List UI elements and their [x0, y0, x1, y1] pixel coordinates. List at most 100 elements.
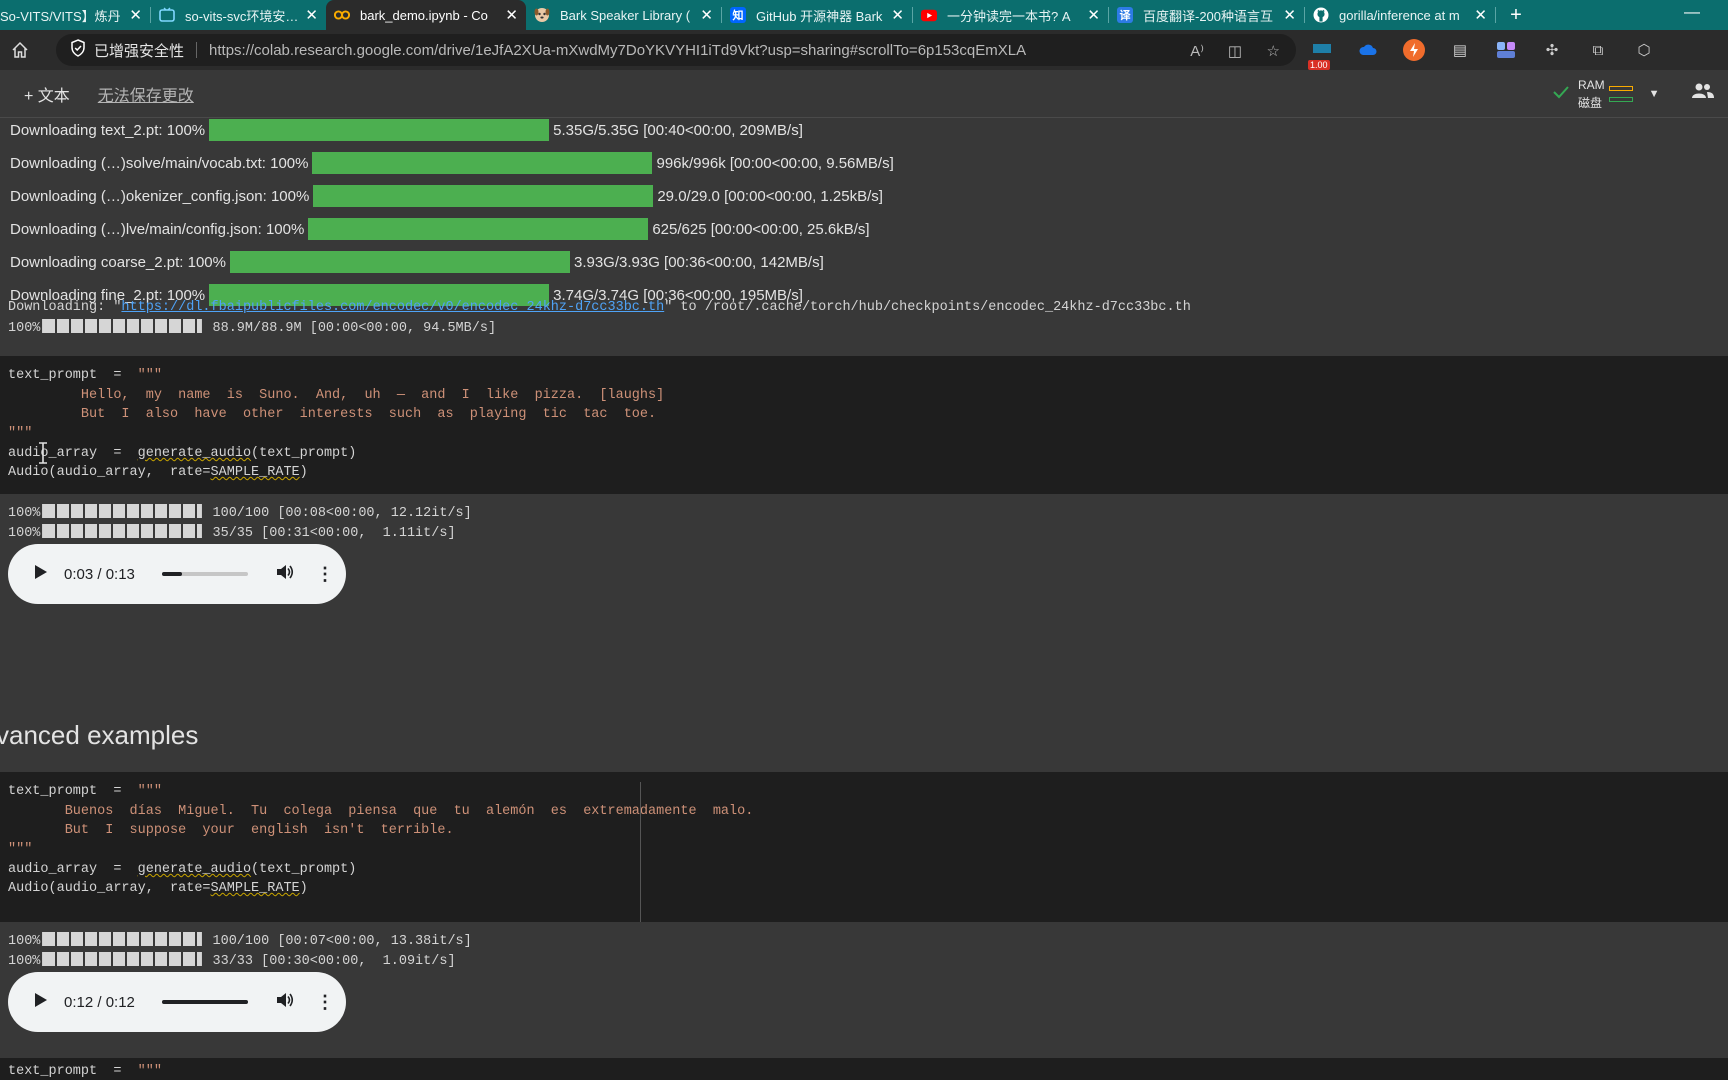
code-line: Audio(audio_array, rate=SAMPLE_RATE): [8, 881, 308, 896]
code-cell-1[interactable]: text_prompt = """ Hello, my name is Suno…: [0, 356, 1728, 494]
home-icon[interactable]: [0, 41, 40, 59]
close-icon[interactable]: ✕: [305, 6, 318, 24]
close-icon[interactable]: ✕: [1474, 6, 1487, 24]
code-token: audio_array =: [8, 862, 138, 877]
encodec-pct: 100%: [8, 321, 41, 336]
text-cell-heading[interactable]: vanced examples: [0, 702, 1728, 772]
more-options-icon[interactable]: ⋮: [316, 564, 334, 585]
add-text-cell-button[interactable]: + 文本: [24, 82, 70, 106]
code-line: audio_array = generate_audio(text_prompt…: [8, 862, 356, 877]
cloud-icon[interactable]: [1356, 38, 1380, 62]
download-row: Downloading coarse_2.pt: 100% 3.93G/3.93…: [10, 250, 824, 274]
zhihu-icon: 知: [730, 7, 746, 23]
unsaved-changes-link[interactable]: 无法保存更改: [98, 82, 194, 106]
resource-bars: [1605, 80, 1633, 108]
close-icon[interactable]: ✕: [1283, 6, 1296, 24]
code-token: Audio(audio_array, rate=: [8, 881, 211, 896]
tqdm-bar: [42, 952, 203, 966]
download-label: Downloading (…)lve/main/config.json: 100…: [10, 220, 305, 238]
browser-tab-bar: So-VITS/VITS】炼丹 ✕ so-vits-svc环境安装和 ✕ bar…: [0, 0, 1728, 30]
code-token: (text_prompt): [251, 862, 357, 877]
split-screen-icon[interactable]: ◫: [1228, 42, 1242, 60]
tab-bark-speaker-library[interactable]: Bark Speaker Library ( ✕: [526, 0, 721, 30]
play-icon[interactable]: [34, 992, 48, 1013]
code-token: text_prompt =: [8, 784, 138, 799]
url-text[interactable]: https://colab.research.google.com/drive/…: [209, 42, 1026, 59]
tab-title: 百度翻译-200种语言互: [1143, 8, 1274, 24]
tqdm-bar: [42, 319, 203, 333]
download-label: Downloading text_2.pt: 100%: [10, 121, 206, 139]
audio-time: 0:03 / 0:13: [64, 565, 135, 583]
close-icon[interactable]: ✕: [1087, 6, 1100, 24]
tab-title: bark_demo.ipynb - Co: [360, 7, 488, 23]
tqdm-pct: 100%: [8, 506, 41, 521]
chevron-down-icon[interactable]: ▼: [1649, 88, 1660, 100]
colab-toolbar: + 文本 无法保存更改 RAM 磁盘 ▼: [0, 70, 1728, 118]
collections-icon[interactable]: ⧉: [1586, 38, 1610, 62]
code-token: """: [137, 368, 162, 383]
tqdm-stats: 100/100 [00:07<00:00, 13.38it/s]: [204, 934, 472, 949]
code-token: SAMPLE_RATE: [210, 465, 300, 480]
encodec-progress-line: 100% 88.9M/88.9M [00:00<00:00, 94.5MB/s]: [8, 319, 496, 336]
shield-icon[interactable]: [70, 39, 86, 61]
close-icon[interactable]: ✕: [700, 6, 713, 24]
tab-title: Bark Speaker Library (: [560, 7, 691, 23]
dog-icon: [534, 7, 550, 23]
tab-baidu-translate[interactable]: 译 百度翻译-200种语言互 ✕: [1109, 0, 1304, 30]
audio-seek-slider[interactable]: [162, 1000, 248, 1004]
download-row: Downloading text_2.pt: 100% 5.35G/5.35G …: [10, 118, 803, 142]
disk-bar: [1608, 97, 1633, 102]
code-token: ): [299, 465, 308, 480]
code-line: But I suppose your english isn't terribl…: [8, 823, 454, 838]
volume-icon[interactable]: [276, 992, 294, 1013]
download-progress-bar: [229, 251, 570, 273]
download-stats: 996k/996k [00:00<00:00, 9.56MB/s]: [656, 154, 894, 172]
more-options-icon[interactable]: ⋮: [316, 992, 334, 1013]
extension-badge-icon[interactable]: 1.00: [1308, 38, 1334, 70]
volume-icon[interactable]: [276, 564, 294, 585]
extensions-puzzle-icon[interactable]: ✣: [1540, 38, 1564, 62]
share-people-icon[interactable]: [1692, 82, 1714, 105]
code-cell-2[interactable]: text_prompt = """ Buenos días Miguel. Tu…: [0, 772, 1728, 922]
notebook-content[interactable]: Downloading text_2.pt: 100% 5.35G/5.35G …: [0, 118, 1728, 1080]
audio-seek-slider[interactable]: [162, 572, 248, 576]
tab-zhihu-bark[interactable]: 知 GitHub 开源神器 Bark ✕: [722, 0, 912, 30]
encodec-prefix: Downloading: ": [8, 300, 122, 315]
tab-youtube-book[interactable]: 一分钟读完一本书? A ✕: [913, 0, 1108, 30]
code-token: text_prompt =: [8, 1064, 138, 1079]
tab-sovits-install[interactable]: so-vits-svc环境安装和 ✕: [151, 0, 326, 30]
download-progress-bar: [312, 152, 653, 174]
tqdm-stats: 35/35 [00:31<00:00, 1.11it/s]: [204, 526, 456, 541]
tqdm-bar: [42, 524, 203, 538]
close-icon[interactable]: ✕: [129, 6, 142, 24]
profile-extension-icon[interactable]: [1402, 38, 1426, 62]
download-label: Downloading (…)okenizer_config.json: 100…: [10, 187, 310, 205]
disk-label: 磁盘: [1578, 96, 1603, 110]
download-progress-bar: [308, 218, 649, 240]
tab-github-gorilla[interactable]: gorilla/inference at m ✕: [1305, 0, 1495, 30]
close-icon[interactable]: ✕: [891, 6, 904, 24]
tqdm-stats: 33/33 [00:30<00:00, 1.09it/s]: [204, 954, 456, 969]
resource-monitor[interactable]: RAM 磁盘 ▼: [1552, 76, 1660, 112]
collections-people-icon[interactable]: [1494, 38, 1518, 62]
download-stats: 625/625 [00:00<00:00, 25.6kB/s]: [652, 220, 870, 238]
encodec-link[interactable]: https://dl.fbaipublicfiles.com/encodec/v…: [121, 300, 664, 315]
minimize-button[interactable]: —: [1684, 4, 1700, 22]
colab-icon: [334, 7, 350, 23]
code-cell-3[interactable]: text_prompt = """: [0, 1058, 1728, 1080]
code-line: """: [8, 426, 33, 441]
reader-icon[interactable]: ▤: [1448, 38, 1472, 62]
favorite-star-icon[interactable]: ☆: [1267, 42, 1280, 60]
read-aloud-icon[interactable]: A⁾: [1190, 42, 1204, 60]
security-label[interactable]: 已增强安全性: [94, 40, 184, 61]
close-icon[interactable]: ✕: [505, 6, 518, 24]
tqdm-pct: 100%: [8, 526, 41, 541]
tab-bark-demo[interactable]: bark_demo.ipynb - Co ✕: [326, 0, 526, 30]
tab-bilibili-sovits[interactable]: So-VITS/VITS】炼丹 ✕: [0, 0, 150, 30]
new-tab-button[interactable]: +: [1496, 0, 1536, 30]
url-bar[interactable]: 已增强安全性 https://colab.research.google.com…: [56, 34, 1296, 66]
browser-essentials-icon[interactable]: ⬡: [1632, 38, 1656, 62]
play-icon[interactable]: [34, 564, 48, 585]
section-heading: vanced examples: [0, 720, 199, 750]
audio-player: 0:12 / 0:12 ⋮: [8, 972, 346, 1032]
